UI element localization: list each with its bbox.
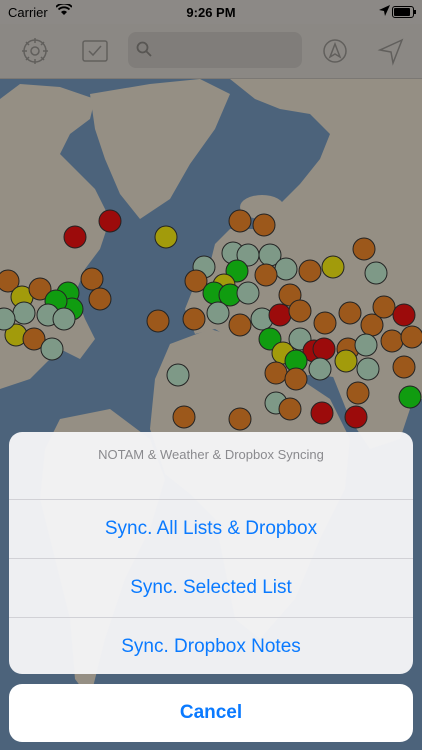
action-sheet-title: NOTAM & Weather & Dropbox Syncing xyxy=(9,432,413,500)
action-sheet: NOTAM & Weather & Dropbox Syncing Sync. … xyxy=(9,432,413,674)
sync-all-lists-button[interactable]: Sync. All Lists & Dropbox xyxy=(9,500,413,559)
sync-dropbox-notes-button[interactable]: Sync. Dropbox Notes xyxy=(9,618,413,674)
cancel-button[interactable]: Cancel xyxy=(9,684,413,742)
sync-selected-list-button[interactable]: Sync. Selected List xyxy=(9,559,413,618)
